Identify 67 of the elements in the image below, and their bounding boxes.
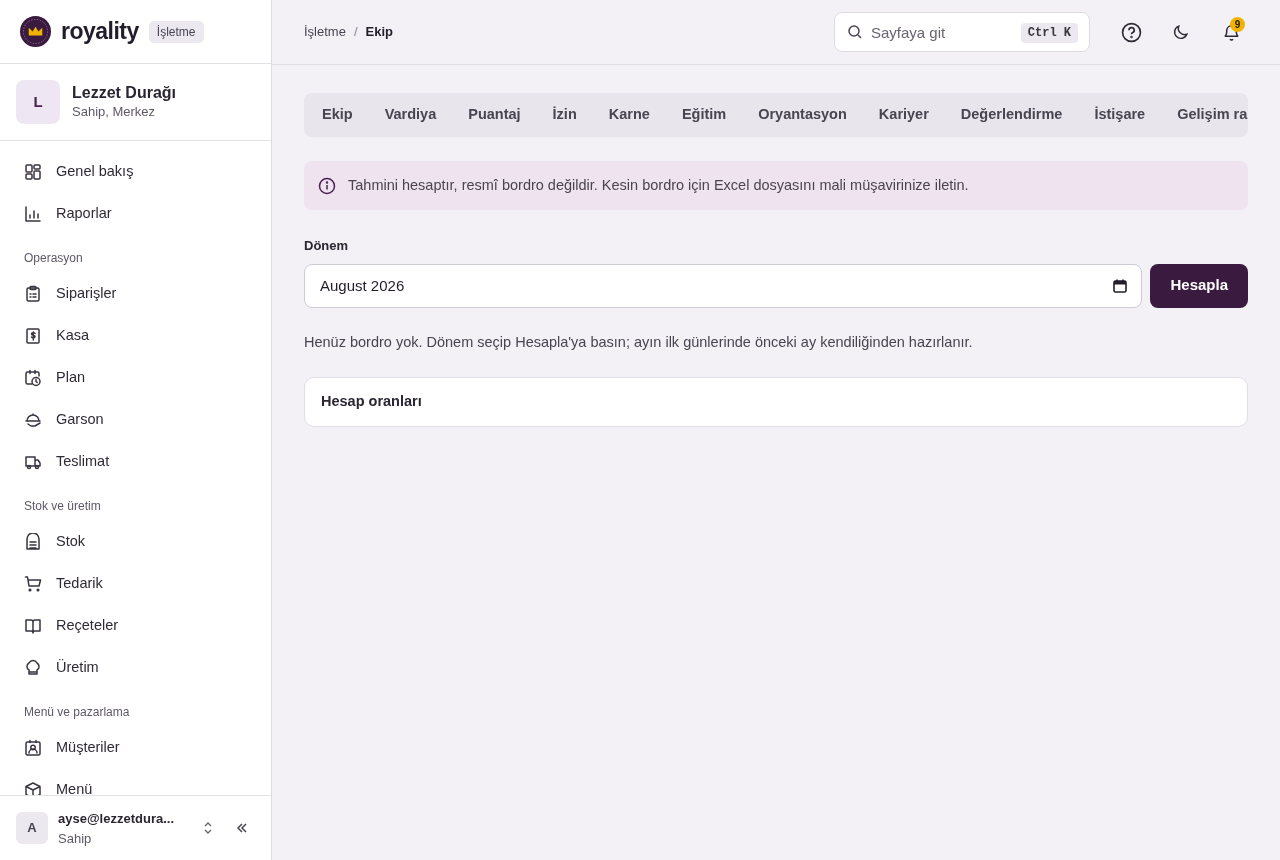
contact-card-icon <box>24 739 42 757</box>
breadcrumb-separator: / <box>353 23 358 42</box>
section-heading: Menü ve pazarlama <box>23 704 131 721</box>
notification-count: 9 <box>1230 17 1245 32</box>
tab[interactable]: Gelişim ra <box>1161 97 1248 133</box>
sidebar-item[interactable]: Teslimat <box>12 441 259 483</box>
user-role: Sahip <box>58 829 93 848</box>
sidebar-item[interactable]: Stok <box>12 521 259 563</box>
user-avatar: A <box>16 812 48 844</box>
empty-message: Henüz bordro yok. Dönem seçip Hesapla'ya basın; ayın ilk günlerinde önceki ay kendiliğinden hazırlanır. <box>304 332 974 352</box>
sidebar-item[interactable]: Raporlar <box>12 193 259 235</box>
calendar-clock-icon <box>24 369 42 387</box>
sidebar-item[interactable]: Plan <box>12 357 259 399</box>
bar-chart-icon <box>24 205 42 223</box>
breadcrumb-link[interactable]: İşletme <box>304 22 346 42</box>
tab[interactable]: İzin <box>536 97 593 133</box>
truck-icon <box>24 453 42 471</box>
box-icon <box>24 781 42 795</box>
business-avatar: L <box>16 80 60 124</box>
card-title: Hesap oranları <box>321 392 422 412</box>
search-icon <box>847 24 863 40</box>
user-email: ayse@lezzetdura... <box>58 810 174 828</box>
breadcrumb-current: Ekip <box>365 23 393 42</box>
section-heading: Operasyon <box>23 250 84 267</box>
calculate-button[interactable]: Hesapla <box>1150 263 1248 308</box>
tab[interactable]: Puantaj <box>452 97 537 133</box>
book-icon <box>24 617 42 635</box>
section-heading: Stok ve üretim <box>23 498 102 515</box>
period-field[interactable]: August 2026 <box>304 263 1143 308</box>
cart-icon <box>24 575 42 593</box>
help-icon <box>1120 21 1142 43</box>
sidebar-item[interactable]: Genel bakış <box>12 151 259 193</box>
tab[interactable]: Karne <box>592 97 666 133</box>
brand-name: royality <box>61 17 139 47</box>
tab[interactable]: Oryantasyon <box>742 97 863 133</box>
sidebar-item[interactable]: Üretim <box>12 647 259 689</box>
info-icon <box>318 176 336 195</box>
tab[interactable]: İstişare <box>1078 97 1162 133</box>
tab[interactable]: Ekip <box>306 97 369 133</box>
workspace-tag: İşletme <box>148 20 204 43</box>
notice-text: Tahmini hesaptır, resmî bordro değildir. Kesin bordro için Excel dosyasını mali müşavirinize iletin. <box>348 175 969 195</box>
clipboard-icon <box>24 285 42 303</box>
sidebar-item[interactable]: Menü <box>12 769 259 795</box>
shortcut-hint: Ctrl K <box>1020 23 1078 43</box>
serving-tray-icon <box>24 411 42 429</box>
business-name: Lezzet Durağı <box>72 82 176 102</box>
tab[interactable]: Eğitim <box>665 97 743 133</box>
archive-icon <box>24 533 42 551</box>
notifications-button[interactable]: 9 <box>1214 15 1248 49</box>
dollar-bill-icon <box>24 327 42 345</box>
sidebar-item[interactable]: Garson <box>12 399 259 441</box>
rates-card[interactable]: Hesap oranları <box>304 377 1248 428</box>
logo-icon <box>20 16 51 47</box>
field-label: Dönem <box>304 238 349 253</box>
sidebar-item[interactable]: Siparişler <box>12 273 259 315</box>
tab[interactable]: Vardiya <box>368 97 453 133</box>
sidebar-item[interactable]: Reçeteler <box>12 605 259 647</box>
chef-hat-icon <box>24 659 42 677</box>
tab[interactable]: Kariyer <box>862 97 945 133</box>
business-role: Sahip, Merkez <box>72 102 157 121</box>
tab[interactable]: Değerlendirme <box>944 97 1079 133</box>
sidebar-item[interactable]: Tedarik <box>12 563 259 605</box>
sidebar-item[interactable]: Müşteriler <box>12 727 259 769</box>
grid-icon <box>24 163 42 181</box>
calendar-icon <box>1112 277 1129 294</box>
moon-icon <box>1172 23 1190 41</box>
sidebar-item[interactable]: Kasa <box>12 315 259 357</box>
